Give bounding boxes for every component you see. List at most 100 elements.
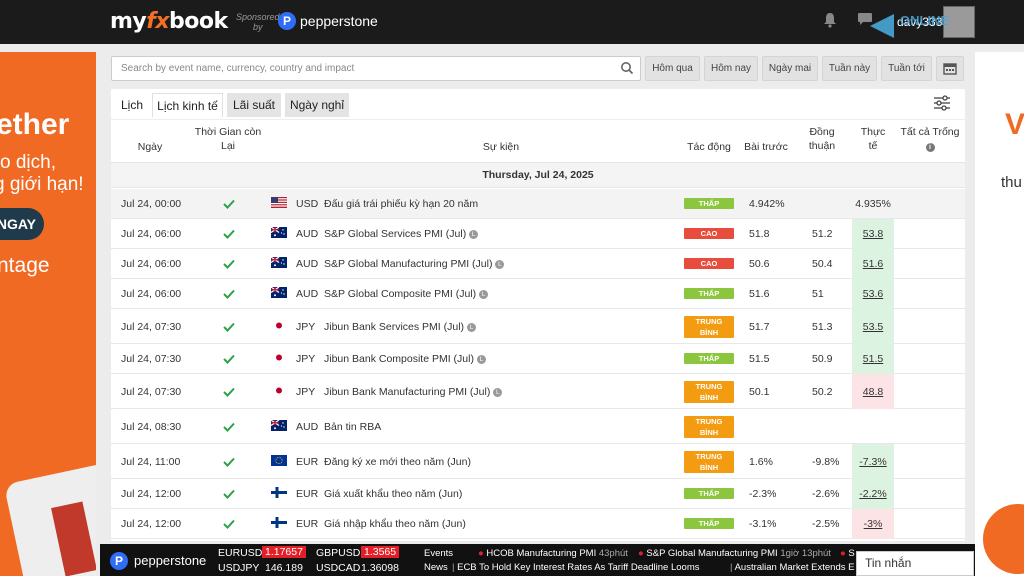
col-impact[interactable]: Tác động [683,140,735,154]
actual-value-text: 53.6 [862,288,884,300]
actual-value[interactable]: 51.6 [852,249,894,279]
filter-yesterday-button[interactable]: Hôm qua [645,56,700,81]
event-currency: AUD [296,228,319,240]
event-name[interactable]: S&P Global Services PMI (Jul) L [324,228,479,240]
actual-value[interactable]: -7.3% [852,444,894,479]
col-actual[interactable]: Thực tế [855,125,891,153]
col-previous[interactable]: Bài trước [739,140,793,154]
ad-line-2: g giới hạn! [0,174,84,195]
ticker-event-item[interactable]: ● S [840,548,855,559]
table-row[interactable]: Jul 24, 07:30 JPY Jibun Bank Manufacturing… [111,374,965,409]
event-name[interactable]: S&P Global Manufacturing PMI (Jul) L [324,258,505,270]
actual-value[interactable]: 53.8 [852,219,894,249]
actual-value[interactable]: 4.935% [852,189,894,219]
col-consensus[interactable]: Đồng thuận [799,125,845,153]
messages-panel-button[interactable]: Tin nhắn [856,551,974,576]
col-event[interactable]: Sự kiện [451,140,551,154]
search-input[interactable] [112,57,612,80]
event-name[interactable]: Đăng ký xe mới theo năm (Jun) [324,456,471,468]
col-all-filter[interactable]: Tất cả Trống i [897,125,963,153]
actual-value[interactable]: 53.6 [852,279,894,309]
col-date[interactable]: Ngày [125,140,175,154]
check-icon [223,229,235,239]
pepperstone-ticker-logo-icon[interactable]: P [110,552,128,570]
sponsored-label: Sponsored [236,12,280,22]
tab-interest-rates[interactable]: Lãi suất [227,93,281,117]
event-name-text: Bản tin RBA [324,421,382,433]
logo-suffix: book [169,9,228,34]
filter-this-week-button[interactable]: Tuần này [822,56,877,81]
quote-gbpusd-symbol[interactable]: GBPUSD [316,547,360,559]
col-time-left[interactable]: Thời Gian còn Lại [191,125,265,153]
actual-value[interactable] [852,409,894,444]
actual-value[interactable]: 51.5 [852,344,894,374]
tab-holidays[interactable]: Ngày nghỉ [285,93,349,117]
pepperstone-logo-icon[interactable]: P [278,12,296,30]
table-row[interactable]: Jul 24, 07:30 JPY Jibun Bank Composite PMI… [111,344,965,374]
quote-usdjpy-price[interactable]: 146.189 [265,562,303,574]
actual-value-text: -2.2% [859,488,887,500]
event-currency: JPY [296,321,316,333]
table-row[interactable]: Jul 24, 06:00 AUD S&P Global Composite PMI… [111,279,965,309]
table-row[interactable]: Jul 24, 07:30 JPY Jibun Bank Services PMI … [111,309,965,344]
event-name[interactable]: S&P Global Composite PMI (Jul) L [324,288,489,300]
previous-value: 4.942% [749,198,785,210]
actual-value[interactable]: -2.2% [852,479,894,509]
event-date: Jul 24, 06:00 [121,288,182,300]
event-currency: EUR [296,456,319,468]
event-currency: AUD [296,258,319,270]
info-icon[interactable]: i [925,143,935,152]
check-icon [223,289,235,299]
actual-value[interactable]: 48.8 [852,374,894,409]
event-name[interactable]: Jibun Bank Services PMI (Jul) L [324,321,477,333]
quote-eurusd-symbol[interactable]: EURUSD [218,547,262,559]
ticker-brand[interactable]: pepperstone [134,553,206,568]
actual-value-text: 51.6 [862,258,884,270]
quote-eurusd-price[interactable]: 1.17657 [262,546,306,558]
table-row[interactable]: Jul 24, 12:00 EUR Giá nhập khẩu theo năm (… [111,509,965,539]
sponsor-name[interactable]: pepperstone [300,13,378,29]
quote-usdcad-symbol[interactable]: USDCAD [316,562,360,574]
ticker-news-item[interactable]: | ECB To Hold Key Interest Rates As Tari… [452,562,700,573]
myfxbook-logo[interactable]: myfxbook [110,9,228,34]
filter-tomorrow-button[interactable]: Ngày mai [762,56,818,81]
actual-value[interactable]: 53.5 [852,309,894,344]
quote-usdjpy-symbol[interactable]: USDJPY [218,562,259,574]
tab-economic-calendar[interactable]: Lịch kinh tế [152,93,223,117]
table-row[interactable]: Jul 24, 11:00 EUR Đăng ký xe mới theo năm … [111,444,965,479]
table-row[interactable]: Jul 24, 06:00 AUD S&P Global Manufacturing… [111,249,965,279]
event-date: Jul 24, 07:30 [121,386,182,398]
ticker-event-item[interactable]: ● HCOB Manufacturing PMI 43phút [478,548,628,559]
quote-gbpusd-price[interactable]: 1.3565 [361,546,400,558]
table-row[interactable]: Jul 24, 00:00 USD Đấu giá trái phiếu kỳ hạ… [111,189,965,219]
left-ad-banner[interactable]: ether o dịch, g giới hạn! NGAY ntage [0,52,96,576]
check-icon [223,387,235,397]
event-name[interactable]: Bản tin RBA [324,421,381,433]
calendar-picker-button[interactable] [936,56,964,81]
event-name[interactable]: Giá xuất khẩu theo năm (Jun) [324,488,462,500]
jp-flag-icon [271,385,287,396]
previous-value: 50.1 [749,386,770,398]
event-name[interactable]: Đấu giá trái phiếu kỳ hạn 20 năm [324,198,478,210]
event-name-text: Giá xuất khẩu theo năm (Jun) [324,488,463,500]
ad-cta-button[interactable]: NGAY [0,208,44,240]
table-row[interactable]: Jul 24, 12:00 EUR Giá xuất khẩu theo năm (… [111,479,965,509]
actual-value-text: 48.8 [862,386,884,398]
filter-next-week-button[interactable]: Tuần tới [881,56,932,81]
search-icon[interactable] [620,61,634,75]
notifications-bell-icon[interactable] [823,12,839,30]
event-name[interactable]: Jibun Bank Composite PMI (Jul) L [324,353,486,365]
ticker-event-item[interactable]: ● S&P Global Manufacturing PMI 1giờ 13ph… [638,548,831,559]
event-name[interactable]: Giá nhập khẩu theo năm (Jun) [324,518,466,530]
table-row[interactable]: Jul 24, 06:00 AUD S&P Global Services PMI … [111,219,965,249]
event-name[interactable]: Jibun Bank Manufacturing PMI (Jul) L [324,386,503,398]
event-name-text: Đăng ký xe mới theo năm (Jun) [324,456,471,468]
tab-calendar[interactable]: Lịch [117,93,147,117]
right-ad-banner[interactable]: V thu [975,52,1024,576]
table-row[interactable]: Jul 24, 08:30 AUD Bản tin RBA TRUNG BÌNH [111,409,965,444]
settings-sliders-icon[interactable] [933,95,951,111]
ticker-news-item[interactable]: | Australian Market Extends E [730,562,854,573]
filter-today-button[interactable]: Hôm nay [704,56,758,81]
actual-value[interactable]: -3% [852,509,894,539]
quote-usdcad-price[interactable]: 1.36098 [361,562,399,574]
